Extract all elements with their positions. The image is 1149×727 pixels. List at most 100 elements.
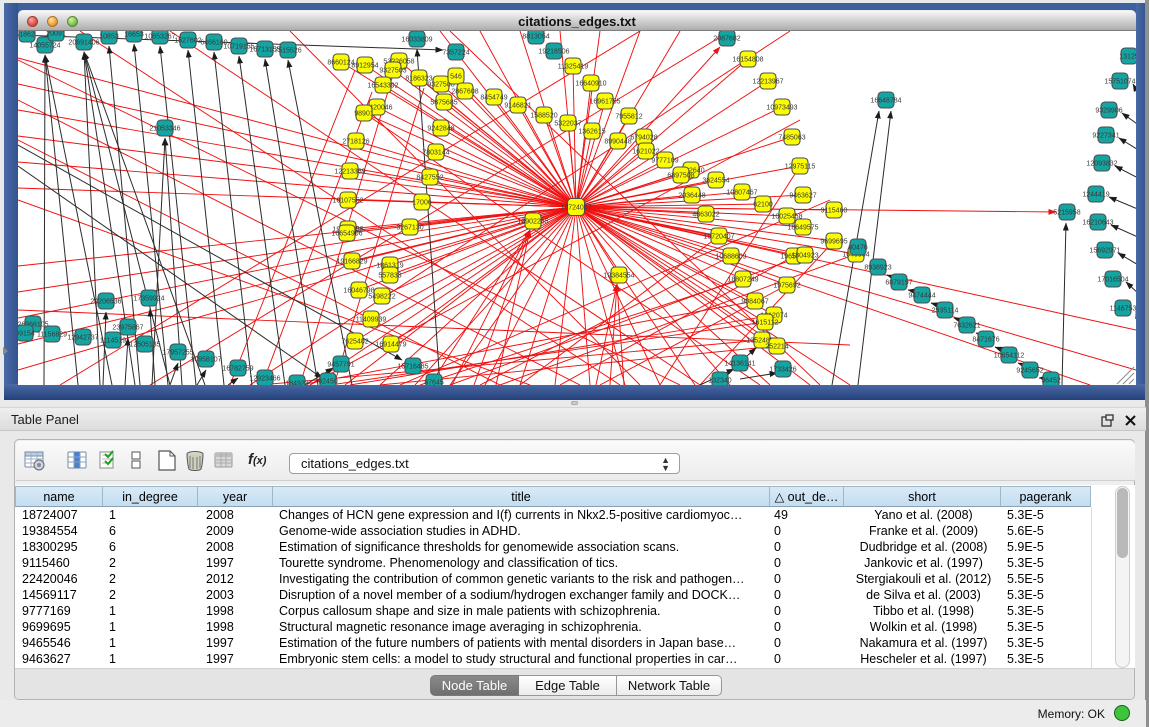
svg-text:9227341: 9227341 bbox=[1092, 132, 1119, 139]
svg-text:12942737: 12942737 bbox=[67, 334, 98, 341]
svg-text:8938923: 8938923 bbox=[864, 264, 891, 271]
svg-text:9084067: 9084067 bbox=[741, 298, 768, 305]
svg-text:132340: 132340 bbox=[708, 377, 731, 384]
svg-text:3267130: 3267130 bbox=[396, 224, 423, 231]
svg-text:17359924: 17359924 bbox=[133, 295, 164, 302]
svg-text:17006: 17006 bbox=[412, 199, 432, 206]
svg-text:9329906: 9329906 bbox=[1095, 107, 1122, 114]
svg-text:87645: 87645 bbox=[424, 379, 444, 385]
svg-text:1804923: 1804923 bbox=[791, 252, 818, 259]
svg-text:1615112: 1615112 bbox=[752, 319, 779, 326]
svg-text:1362615: 1362615 bbox=[578, 128, 605, 135]
svg-text:15751074: 15751074 bbox=[1104, 78, 1135, 85]
svg-text:9146821: 9146821 bbox=[504, 102, 531, 109]
svg-text:2036448: 2036448 bbox=[678, 192, 705, 199]
svg-text:10653267: 10653267 bbox=[144, 33, 175, 40]
svg-text:19166829: 19166829 bbox=[336, 258, 367, 265]
svg-text:1146753: 1146753 bbox=[1110, 305, 1136, 312]
svg-text:16210643: 16210643 bbox=[1082, 219, 1113, 226]
svg-text:80476: 80476 bbox=[848, 244, 868, 251]
svg-text:12213369: 12213369 bbox=[334, 168, 365, 175]
svg-text:15692971: 15692971 bbox=[1089, 247, 1120, 254]
svg-text:14136141: 14136141 bbox=[724, 360, 755, 367]
svg-text:16107552: 16107552 bbox=[332, 197, 363, 204]
svg-text:10688609: 10688609 bbox=[715, 253, 746, 260]
svg-text:7632621: 7632621 bbox=[953, 322, 980, 329]
svg-text:2867608: 2867608 bbox=[451, 88, 478, 95]
svg-text:12505135: 12505135 bbox=[129, 341, 160, 348]
svg-text:9777109: 9777109 bbox=[651, 157, 678, 164]
svg-text:12093832: 12093832 bbox=[1086, 160, 1117, 167]
svg-text:4863022: 4863022 bbox=[692, 211, 719, 218]
svg-text:92450: 92450 bbox=[318, 378, 338, 385]
svg-text:16543392: 16543392 bbox=[367, 82, 398, 89]
svg-text:13902285: 13902285 bbox=[517, 218, 548, 225]
svg-text:9457791: 9457791 bbox=[327, 361, 354, 368]
svg-text:7357224: 7357224 bbox=[442, 49, 469, 56]
svg-text:1975692: 1975692 bbox=[773, 282, 800, 289]
svg-text:9699695: 9699695 bbox=[820, 238, 847, 245]
svg-text:252214: 252214 bbox=[765, 343, 788, 350]
svg-text:19218506: 19218506 bbox=[538, 48, 569, 55]
svg-text:10973493: 10973493 bbox=[766, 104, 797, 111]
svg-text:12975115: 12975115 bbox=[785, 163, 816, 170]
svg-text:16154808: 16154808 bbox=[732, 56, 763, 63]
svg-text:20691406: 20691406 bbox=[68, 39, 99, 46]
svg-text:8454749: 8454749 bbox=[480, 94, 507, 101]
svg-text:2935114: 2935114 bbox=[932, 307, 959, 314]
svg-text:5875685: 5875685 bbox=[430, 99, 457, 106]
svg-text:7955812: 7955812 bbox=[615, 113, 642, 120]
svg-text:9245652: 9245652 bbox=[1016, 367, 1043, 374]
svg-text:19384554: 19384554 bbox=[603, 272, 634, 279]
svg-text:8427552: 8427552 bbox=[416, 174, 443, 181]
svg-text:11409939: 11409939 bbox=[356, 316, 387, 323]
svg-text:7485063: 7485063 bbox=[778, 134, 805, 141]
svg-text:546: 546 bbox=[450, 73, 462, 80]
svg-text:184923: 184923 bbox=[285, 380, 308, 385]
svg-text:16961755: 16961755 bbox=[589, 98, 620, 105]
svg-text:17016504: 17016504 bbox=[1097, 276, 1128, 283]
svg-text:5498222: 5498222 bbox=[368, 293, 395, 300]
svg-text:9474444: 9474444 bbox=[908, 292, 935, 299]
svg-text:96452: 96452 bbox=[1041, 377, 1061, 384]
svg-text:16648784: 16648784 bbox=[870, 97, 901, 104]
svg-text:6879197: 6879197 bbox=[885, 279, 912, 286]
svg-text:9463627: 9463627 bbox=[789, 192, 816, 199]
svg-text:11325419: 11325419 bbox=[558, 63, 589, 70]
svg-text:8912954: 8912954 bbox=[351, 62, 378, 69]
svg-text:16640910: 16640910 bbox=[575, 80, 606, 87]
svg-text:8813054: 8813054 bbox=[522, 33, 549, 40]
svg-text:8471676: 8471676 bbox=[972, 336, 999, 343]
svg-text:12213967: 12213967 bbox=[752, 78, 783, 85]
svg-text:16782759: 16782759 bbox=[222, 365, 253, 372]
svg-text:1527602: 1527602 bbox=[174, 37, 201, 44]
svg-text:8990448: 8990448 bbox=[604, 138, 631, 145]
svg-text:18807249: 18807249 bbox=[727, 276, 758, 283]
svg-text:16654906: 16654906 bbox=[331, 230, 362, 237]
svg-text:2718126: 2718126 bbox=[342, 138, 369, 145]
svg-text:1244419: 1244419 bbox=[1082, 191, 1109, 198]
svg-text:11156829: 11156829 bbox=[37, 331, 67, 338]
svg-text:7515526: 7515526 bbox=[274, 47, 301, 54]
svg-text:1621022: 1621022 bbox=[632, 148, 659, 155]
svg-text:14055724: 14055724 bbox=[29, 42, 60, 49]
svg-text:1114519: 1114519 bbox=[100, 337, 126, 344]
svg-text:39154: 39154 bbox=[18, 330, 35, 337]
svg-text:9115460: 9115460 bbox=[821, 207, 848, 214]
svg-text:62100: 62100 bbox=[753, 201, 773, 208]
svg-text:10654112: 10654112 bbox=[994, 352, 1025, 359]
svg-text:2087682: 2087682 bbox=[713, 35, 740, 42]
svg-text:10958107: 10958107 bbox=[190, 356, 221, 363]
svg-text:15716485: 15716485 bbox=[397, 363, 428, 370]
svg-text:1588520: 1588520 bbox=[530, 112, 557, 119]
svg-text:7625402: 7625402 bbox=[341, 338, 368, 345]
svg-text:16033809: 16033809 bbox=[401, 36, 432, 43]
svg-text:1733426: 1733426 bbox=[769, 366, 796, 373]
svg-text:20206536: 20206536 bbox=[90, 298, 121, 305]
svg-text:7803144: 7803144 bbox=[422, 149, 449, 156]
svg-text:5215958: 5215958 bbox=[1053, 209, 1080, 216]
svg-text:1862: 1862 bbox=[19, 31, 35, 38]
svg-text:13125: 13125 bbox=[1119, 53, 1136, 60]
svg-text:98901: 98901 bbox=[354, 110, 374, 117]
svg-text:9242848: 9242848 bbox=[427, 125, 454, 132]
